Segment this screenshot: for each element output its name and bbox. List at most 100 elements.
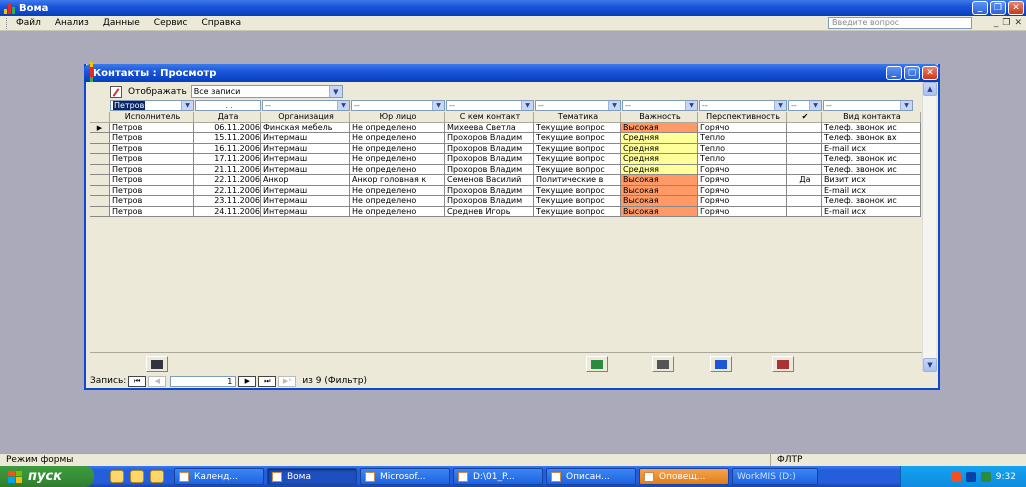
cell-date[interactable]: 21.11.2006 <box>194 164 261 175</box>
cell-organization[interactable]: Интермаш <box>261 154 350 165</box>
cell-date[interactable]: 16.11.2006 <box>194 143 261 154</box>
table-row[interactable]: Петров 15.11.2006 Интермаш Не определено Про… <box>90 133 922 144</box>
menu-analysis[interactable]: Анализ <box>55 18 89 28</box>
cell-contact-person[interactable]: Прохоров Владим <box>445 185 534 196</box>
row-selector[interactable] <box>90 196 110 207</box>
tray-clock[interactable]: 9:32 <box>996 472 1016 482</box>
filter-organization[interactable]: -- ▼ <box>262 100 350 111</box>
next-record-button[interactable]: ▶ <box>238 375 257 387</box>
quicklaunch-messenger-icon[interactable] <box>150 470 164 483</box>
cell-organization[interactable]: Финская мебель <box>261 122 350 133</box>
question-input[interactable]: Введите вопрос <box>828 17 972 29</box>
chevron-down-icon[interactable]: ▼ <box>181 101 193 110</box>
cell-contact-type[interactable]: Телеф. звонок ис <box>822 196 921 207</box>
cell-contact-type[interactable]: Визит исх <box>822 175 921 186</box>
row-selector[interactable] <box>90 206 110 217</box>
table-row[interactable]: Петров 24.11.2006 Интермаш Не определено Сре… <box>90 206 922 217</box>
cell-prospect[interactable]: Тепло <box>698 143 787 154</box>
header-date[interactable]: Дата <box>194 112 261 123</box>
cell-contact-type[interactable]: Телеф. звонок ис <box>822 154 921 165</box>
cell-contact-person[interactable]: Прохоров Владим <box>445 196 534 207</box>
cell-legal-entity[interactable]: Не определено <box>350 164 445 175</box>
cell-topic[interactable]: Текущие вопрос <box>534 143 621 154</box>
cell-contact-person[interactable]: Среднев Игорь <box>445 206 534 217</box>
menu-data[interactable]: Данные <box>103 18 140 28</box>
chevron-down-icon[interactable]: ▼ <box>809 101 821 110</box>
row-selector[interactable] <box>90 154 110 165</box>
cell-organization[interactable]: Интермаш <box>261 143 350 154</box>
task-description[interactable]: Описан... <box>546 468 636 485</box>
task-notification[interactable]: Оповещ... <box>639 468 729 485</box>
cell-organization[interactable]: Интермаш <box>261 185 350 196</box>
edit-filter-icon[interactable] <box>110 85 122 98</box>
cell-check[interactable] <box>787 133 822 144</box>
filter-executor[interactable]: Петров ▼ <box>110 100 194 111</box>
header-prospect[interactable]: Перспективность <box>698 112 787 123</box>
cell-executor[interactable]: Петров <box>110 175 194 186</box>
header-topic[interactable]: Тематика <box>534 112 621 123</box>
excel-export-button[interactable] <box>586 356 608 372</box>
cell-date[interactable]: 23.11.2006 <box>194 196 261 207</box>
print-button[interactable] <box>146 356 168 372</box>
menu-help[interactable]: Справка <box>201 18 241 28</box>
cell-topic[interactable]: Политические в <box>534 175 621 186</box>
cell-prospect[interactable]: Горячо <box>698 185 787 196</box>
cell-contact-type[interactable]: E-mail исх <box>822 143 921 154</box>
cell-date[interactable]: 17.11.2006 <box>194 154 261 165</box>
filter-importance[interactable]: -- ▼ <box>622 100 698 111</box>
quicklaunch-ie-icon[interactable] <box>130 470 144 483</box>
cell-date[interactable]: 24.11.2006 <box>194 206 261 217</box>
cell-organization[interactable]: Интермаш <box>261 206 350 217</box>
chevron-down-icon[interactable]: ▼ <box>774 101 786 110</box>
header-executor[interactable]: Исполнитель <box>110 112 194 123</box>
scroll-down-icon[interactable]: ▼ <box>923 358 937 372</box>
window-minimize-button[interactable]: _ <box>886 66 902 80</box>
quicklaunch-outlook-icon[interactable] <box>110 470 124 483</box>
cell-check[interactable] <box>787 206 822 217</box>
cell-importance[interactable]: Средняя <box>621 143 698 154</box>
task-microsoft[interactable]: Microsof... <box>360 468 450 485</box>
cell-executor[interactable]: Петров <box>110 185 194 196</box>
header-importance[interactable]: Важность <box>621 112 698 123</box>
record-number-input[interactable]: 1 <box>170 375 237 387</box>
chevron-down-icon[interactable]: ▼ <box>608 101 620 110</box>
cell-contact-type[interactable]: E-mail исх <box>822 206 921 217</box>
row-selector-current-icon[interactable]: ▶ <box>90 122 110 133</box>
menu-file[interactable]: Файл <box>16 18 41 28</box>
cell-legal-entity[interactable]: Не определено <box>350 206 445 217</box>
table-row[interactable]: Петров 22.11.2006 Интермаш Не определено Про… <box>90 185 922 196</box>
cell-topic[interactable]: Текущие вопрос <box>534 133 621 144</box>
cell-executor[interactable]: Петров <box>110 143 194 154</box>
row-selector[interactable] <box>90 185 110 196</box>
cell-date[interactable]: 22.11.2006 <box>194 175 261 186</box>
cell-prospect[interactable]: Тепло <box>698 154 787 165</box>
filter-topic[interactable]: -- ▼ <box>535 100 621 111</box>
cell-prospect[interactable]: Горячо <box>698 164 787 175</box>
cell-contact-person[interactable]: Прохоров Владим <box>445 143 534 154</box>
menu-service[interactable]: Сервис <box>154 18 188 28</box>
maximize-button[interactable]: ❐ <box>990 1 1006 15</box>
cell-topic[interactable]: Текущие вопрос <box>534 122 621 133</box>
table-row[interactable]: Петров 23.11.2006 Интермаш Не определено Про… <box>90 196 922 207</box>
mdi-close-icon[interactable]: ✕ <box>1014 18 1022 28</box>
sort-button[interactable] <box>710 356 732 372</box>
cell-prospect[interactable]: Горячо <box>698 196 787 207</box>
chevron-down-icon[interactable]: ▼ <box>337 101 349 110</box>
last-record-button[interactable]: ⏭ <box>258 375 277 387</box>
cell-legal-entity[interactable]: Не определено <box>350 154 445 165</box>
filter-contact-person[interactable]: -- ▼ <box>446 100 534 111</box>
header-legal-entity[interactable]: Юр лицо <box>350 112 445 123</box>
cell-executor[interactable]: Петров <box>110 154 194 165</box>
start-button[interactable]: пуск <box>0 466 94 487</box>
mdi-restore-icon[interactable]: ❐ <box>1002 18 1010 28</box>
header-contact-type[interactable]: Вид контакта <box>822 112 921 123</box>
table-row[interactable]: Петров 22.11.2006 Анкор Анкор головная к Сем… <box>90 175 922 186</box>
cell-executor[interactable]: Петров <box>110 122 194 133</box>
first-record-button[interactable]: ⏮ <box>128 375 147 387</box>
window-maximize-button[interactable]: ▢ <box>904 66 920 80</box>
cell-contact-person[interactable]: Михеева Светла <box>445 122 534 133</box>
cell-check[interactable] <box>787 196 822 207</box>
new-record-button[interactable]: ▶* <box>278 375 297 387</box>
cell-prospect[interactable]: Горячо <box>698 206 787 217</box>
cell-topic[interactable]: Текущие вопрос <box>534 164 621 175</box>
